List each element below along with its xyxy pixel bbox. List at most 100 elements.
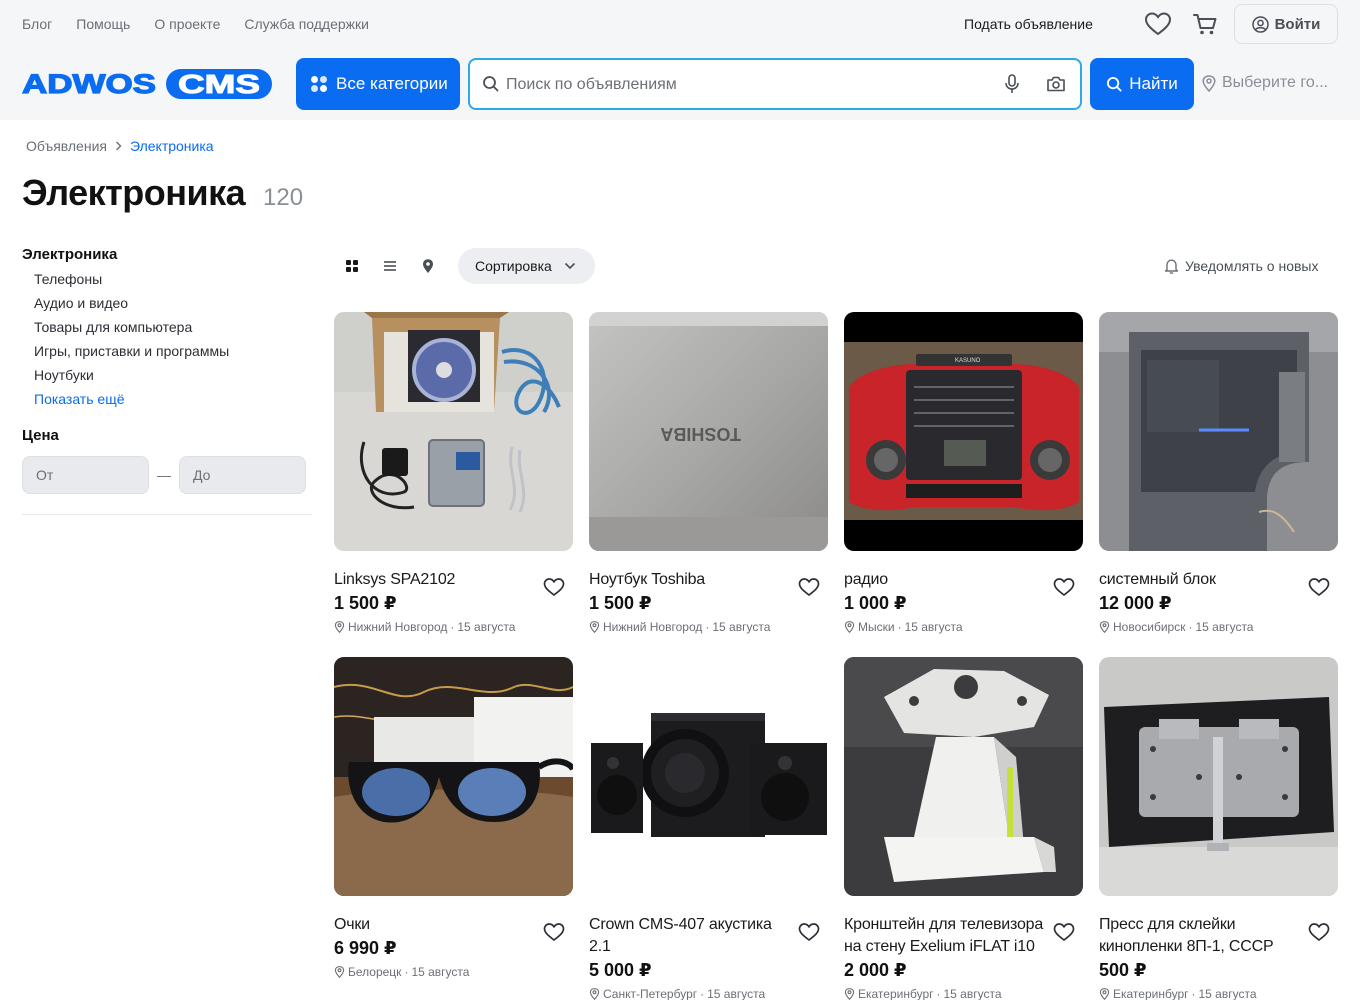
location-pin-icon	[334, 966, 345, 978]
listing-photo[interactable]: TOSHIBA	[589, 312, 828, 551]
site-header: Блог Помощь О проекте Служба поддержки П…	[0, 0, 1360, 120]
microphone-icon[interactable]	[1004, 74, 1020, 94]
listing-title[interactable]: Crown CMS-407 акустика 2.1	[589, 914, 789, 958]
listing-date: 15 августа	[904, 620, 963, 634]
listing-date: 15 августа	[943, 987, 1002, 1000]
grid-dots-icon	[311, 76, 327, 92]
breadcrumb-current[interactable]: Электроника	[130, 138, 214, 154]
top-link-help[interactable]: Помощь	[76, 16, 130, 32]
listing-price: 1 500 ₽	[589, 593, 652, 613]
speakers-photo-image	[589, 657, 828, 896]
login-label: Войти	[1274, 15, 1321, 33]
listing-photo[interactable]	[589, 657, 828, 896]
map-view-pin-icon[interactable]	[420, 258, 436, 274]
breadcrumb-root[interactable]: Объявления	[26, 138, 107, 154]
search-input[interactable]	[506, 72, 986, 98]
favorite-heart-icon[interactable]	[1053, 922, 1075, 942]
sidebar-item-computer[interactable]: Товары для компьютера	[34, 317, 312, 341]
favorite-heart-icon[interactable]	[543, 577, 565, 597]
sidebar-item-phones[interactable]: Телефоны	[34, 269, 312, 293]
listing-photo[interactable]	[334, 657, 573, 896]
listing-photo[interactable]	[1099, 657, 1338, 896]
favorite-heart-icon[interactable]	[1053, 577, 1075, 597]
listing-meta: Екатеринбург · 15 августа	[844, 987, 1083, 1000]
sort-label: Сортировка	[475, 258, 552, 274]
pc-case-photo-image	[1099, 312, 1338, 551]
search-box	[468, 58, 1082, 110]
listing-photo[interactable]	[1099, 312, 1338, 551]
grid-view-icon[interactable]	[344, 258, 360, 274]
price-from-input[interactable]	[22, 456, 149, 494]
sidebar-heading[interactable]: Электроника	[22, 246, 312, 263]
listing-title[interactable]: Ноутбук Toshiba	[589, 569, 789, 591]
all-categories-button[interactable]: Все категории	[296, 58, 460, 110]
toshiba-laptop-photo-image: TOSHIBA	[589, 312, 828, 551]
listing-price: 1 500 ₽	[334, 593, 397, 613]
listing-card[interactable]: системный блок 12 000 ₽ Новосибирск · 15…	[1099, 312, 1338, 634]
listing-meta: Мыски · 15 августа	[844, 620, 1083, 634]
favorite-heart-icon[interactable]	[1308, 922, 1330, 942]
favorites-heart-icon[interactable]	[1144, 11, 1172, 37]
listing-title[interactable]: Пресс для склейки кинопленки 8П-1, СССР	[1099, 914, 1299, 958]
chevron-right-icon	[115, 141, 122, 151]
city-label: Выберите го...	[1222, 74, 1329, 91]
cart-icon[interactable]	[1192, 11, 1218, 37]
sidebar-item-games[interactable]: Игры, приставки и программы	[34, 341, 312, 365]
listing-date: 15 августа	[457, 620, 516, 634]
top-link-about[interactable]: О проекте	[154, 16, 220, 32]
listing-date: 15 августа	[1198, 987, 1257, 1000]
listing-city: Мыски	[858, 620, 895, 634]
listing-price: 5 000 ₽	[589, 960, 652, 980]
listing-card[interactable]: Очки 6 990 ₽ Белорецк · 15 августа	[334, 657, 573, 979]
sort-dropdown[interactable]: Сортировка	[458, 248, 595, 284]
breadcrumb: Объявления Электроника	[26, 138, 214, 154]
logo-text: ADWOS	[22, 69, 156, 99]
top-nav: Блог Помощь О проекте Служба поддержки	[22, 16, 369, 32]
location-pin-icon	[334, 621, 345, 633]
listing-title[interactable]: системный блок	[1099, 569, 1299, 591]
listing-city: Санкт-Петербург	[603, 987, 698, 1000]
listing-meta: Новосибирск · 15 августа	[1099, 620, 1338, 634]
login-button[interactable]: Войти	[1234, 4, 1338, 44]
favorite-heart-icon[interactable]	[1308, 577, 1330, 597]
listing-title[interactable]: Кронштейн для телевизора на стену Exeliu…	[844, 914, 1044, 958]
listing-city: Нижний Новгород	[603, 620, 703, 634]
sidebar-item-laptops[interactable]: Ноутбуки	[34, 365, 312, 389]
show-more-link[interactable]: Показать ещё	[34, 389, 312, 413]
listing-photo[interactable]	[334, 312, 573, 551]
find-button[interactable]: Найти	[1090, 58, 1194, 110]
listing-photo[interactable]: KASUNO	[844, 312, 1083, 551]
chevron-down-icon	[564, 262, 575, 270]
camera-icon[interactable]	[1046, 75, 1066, 93]
search-icon	[483, 76, 499, 92]
price-to-input[interactable]	[179, 456, 306, 494]
location-pin-icon	[1099, 988, 1110, 1000]
post-ad-link[interactable]: Подать объявление	[964, 16, 1093, 32]
favorite-heart-icon[interactable]	[543, 922, 565, 942]
listing-card[interactable]: KASUNO радио 1 000 ₽ Мыски · 15 августа	[844, 312, 1083, 634]
notify-new-button[interactable]: Уведомлять о новых	[1164, 258, 1319, 274]
listing-card[interactable]: Пресс для склейки кинопленки 8П-1, СССР …	[1099, 657, 1338, 1000]
favorite-heart-icon[interactable]	[798, 577, 820, 597]
listing-card[interactable]: TOSHIBA Ноутбук Toshiba 1 500 ₽ Нижний Н…	[589, 312, 828, 634]
toshiba-mark: TOSHIBA	[660, 424, 741, 444]
favorite-heart-icon[interactable]	[798, 922, 820, 942]
listing-title[interactable]: радио	[844, 569, 1044, 591]
listing-meta: Санкт-Петербург · 15 августа	[589, 987, 828, 1000]
city-select[interactable]: Выберите го...	[1202, 74, 1328, 92]
tv-mount-photo-image	[844, 657, 1083, 896]
listing-card[interactable]: Crown CMS-407 акустика 2.1 5 000 ₽ Санкт…	[589, 657, 828, 1000]
listing-price: 12 000 ₽	[1099, 593, 1172, 613]
list-view-icon[interactable]	[382, 258, 398, 274]
top-link-support[interactable]: Служба поддержки	[244, 16, 369, 32]
listing-card[interactable]: Кронштейн для телевизора на стену Exeliu…	[844, 657, 1083, 1000]
listing-title[interactable]: Очки	[334, 914, 534, 936]
listing-date: 15 августа	[707, 987, 766, 1000]
listing-card[interactable]: Linksys SPA2102 1 500 ₽ Нижний Новгород …	[334, 312, 573, 634]
sidebar-item-audio-video[interactable]: Аудио и видео	[34, 293, 312, 317]
listing-title[interactable]: Linksys SPA2102	[334, 569, 534, 591]
listing-photo[interactable]	[844, 657, 1083, 896]
top-link-blog[interactable]: Блог	[22, 16, 52, 32]
adwos-logo[interactable]: ADWOS CMS	[22, 68, 274, 100]
listing-city: Новосибирск	[1113, 620, 1186, 634]
